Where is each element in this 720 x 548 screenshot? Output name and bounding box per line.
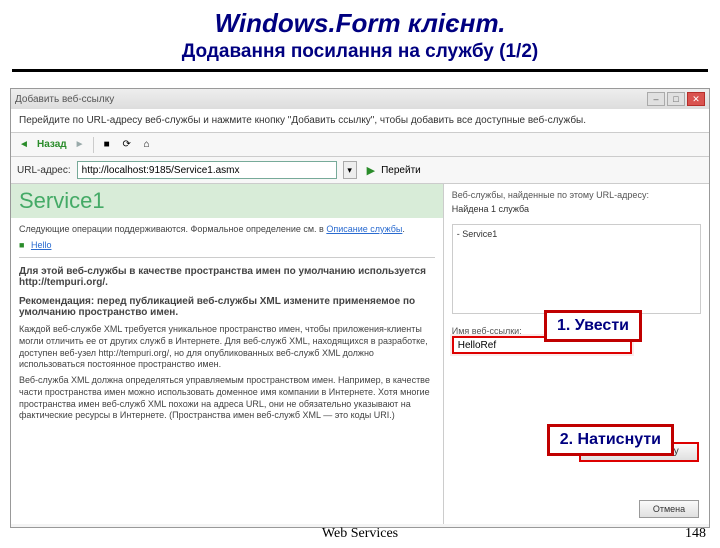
ops-text-span: Следующие операции поддерживаются. Форма… xyxy=(19,224,324,234)
operations-text: Следующие операции поддерживаются. Форма… xyxy=(19,224,435,236)
go-arrow-icon[interactable]: ▶ xyxy=(367,164,375,177)
url-dropdown-icon[interactable]: ▾ xyxy=(343,161,357,179)
dialog-titlebar: Добавить веб-ссылку – □ ✕ xyxy=(11,89,709,109)
back-arrow-icon[interactable]: ◄ xyxy=(17,138,31,152)
namespace-default-note: Для этой веб-службы в качестве пространс… xyxy=(19,266,435,288)
back-button[interactable]: Назад xyxy=(37,139,67,150)
service-description-link[interactable]: Описание службы xyxy=(326,224,402,234)
cancel-button[interactable]: Отмена xyxy=(639,500,699,518)
instruction-text: Перейдите по URL-адресу веб-службы и наж… xyxy=(11,109,709,133)
namespace-recommendation: Рекомендация: перед публикацией веб-служ… xyxy=(19,296,435,318)
services-list[interactable]: - Service1 xyxy=(452,224,701,314)
divider xyxy=(19,257,435,258)
home-icon[interactable]: ⌂ xyxy=(140,138,154,152)
operation-item: ■ Hello xyxy=(19,240,435,252)
callout-step-2: 2. Натиснути xyxy=(547,424,674,456)
namespace-para-1: Каждой веб-службе XML требуется уникальн… xyxy=(19,324,435,371)
hello-operation-link[interactable]: Hello xyxy=(31,240,52,250)
maximize-button[interactable]: □ xyxy=(667,92,685,106)
stop-icon[interactable]: ■ xyxy=(100,138,114,152)
window-controls: – □ ✕ xyxy=(647,92,705,106)
add-web-reference-dialog: Добавить веб-ссылку – □ ✕ Перейдите по U… xyxy=(10,88,710,528)
service-title: Service1 xyxy=(11,184,443,218)
service-preview-pane: Service1 Следующие операции поддерживают… xyxy=(11,184,444,524)
namespace-para-2: Веб-служба XML должна определяться управ… xyxy=(19,375,435,422)
reference-name-label: Имя веб-ссылки: xyxy=(452,326,522,336)
services-found-pane: Веб-службы, найденные по этому URL-адрес… xyxy=(444,184,709,524)
callout-step-1: 1. Увести xyxy=(544,310,642,342)
title-underline xyxy=(12,69,708,72)
dialog-body: Service1 Следующие операции поддерживают… xyxy=(11,184,709,524)
slide-title: Windows.Form клієнт. xyxy=(0,8,720,39)
bullet-icon: ■ xyxy=(19,240,24,250)
services-found-count: Найдена 1 служба xyxy=(452,204,701,214)
services-found-header: Веб-службы, найденные по этому URL-адрес… xyxy=(452,190,701,200)
url-row: URL-адрес: ▾ ▶ Перейти xyxy=(11,157,709,184)
go-button[interactable]: Перейти xyxy=(381,165,421,176)
url-input[interactable] xyxy=(77,161,337,179)
browser-toolbar: ◄ Назад ► ■ ⟳ ⌂ xyxy=(11,133,709,157)
close-button[interactable]: ✕ xyxy=(687,92,705,106)
toolbar-separator xyxy=(93,137,94,153)
forward-arrow-icon: ► xyxy=(73,138,87,152)
list-item[interactable]: - Service1 xyxy=(457,229,696,239)
refresh-icon[interactable]: ⟳ xyxy=(120,138,134,152)
dialog-title: Добавить веб-ссылку xyxy=(15,94,114,105)
url-label: URL-адрес: xyxy=(17,165,71,176)
minimize-button[interactable]: – xyxy=(647,92,665,106)
slide-subtitle: Додавання посилання на службу (1/2) xyxy=(0,41,720,63)
